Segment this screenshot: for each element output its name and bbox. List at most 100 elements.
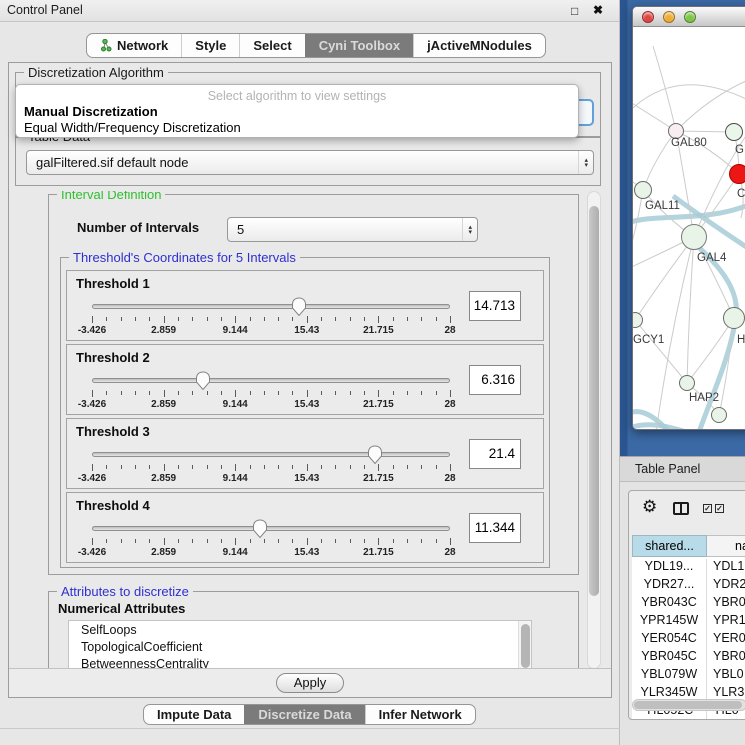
attributes-scrollbar[interactable] [518, 621, 531, 669]
threshold-slider[interactable]: -3.4262.8599.14415.4321.71528 [92, 443, 450, 487]
algorithm-option-manual-discretization[interactable]: Manual Discretization [24, 104, 570, 120]
columns-icon[interactable] [673, 502, 689, 515]
tick [235, 464, 236, 471]
slider-thumb-icon[interactable] [291, 297, 307, 316]
table-row[interactable]: YDR27...YDR2 [632, 577, 745, 595]
slider-thumb-icon[interactable] [252, 519, 268, 538]
column-header-name[interactable]: na [707, 535, 745, 557]
network-node[interactable] [729, 164, 745, 184]
network-node[interactable] [725, 123, 743, 141]
tab-network[interactable]: Network [87, 34, 181, 57]
tick [436, 465, 437, 469]
tick [335, 317, 336, 321]
slider-track[interactable] [92, 452, 450, 457]
tick [421, 317, 422, 321]
checkbox-icon[interactable]: ✓ [715, 504, 724, 513]
tick [178, 317, 179, 321]
slider-thumb-icon[interactable] [195, 371, 211, 390]
tick [421, 539, 422, 543]
tab-style[interactable]: Style [181, 34, 239, 57]
scrollbar-thumb[interactable] [521, 624, 530, 668]
table-row[interactable]: YPR145WYPR1 [632, 613, 745, 631]
table-data-value: galFiltered.sif default node [27, 155, 578, 170]
float-window-icon[interactable]: □ [571, 4, 578, 18]
table-horizontal-scrollbar[interactable] [632, 699, 745, 711]
checkbox-icon[interactable]: ✓ [703, 504, 712, 513]
tick [292, 465, 293, 469]
threshold-slider[interactable]: -3.4262.8599.14415.4321.71528 [92, 369, 450, 413]
tick [135, 317, 136, 321]
number-of-intervals-combo[interactable]: 5 ▴ ▾ [227, 217, 478, 242]
tick [378, 390, 379, 397]
tick [364, 391, 365, 395]
threshold-slider[interactable]: -3.4262.8599.14415.4321.71528 [92, 295, 450, 339]
tab-select[interactable]: Select [239, 34, 304, 57]
table-data-combo[interactable]: galFiltered.sif default node ▴ ▾ [26, 150, 594, 175]
tab-label: Cyni Toolbox [319, 38, 400, 53]
scrollbar-thumb[interactable] [589, 206, 599, 596]
slider-tick-labels: -3.4262.8599.14415.4321.71528 [92, 399, 450, 411]
threshold-value-box[interactable]: 14.713 [469, 291, 521, 321]
network-node[interactable] [634, 181, 652, 199]
tick [364, 317, 365, 321]
tick-label: 21.715 [363, 325, 394, 336]
control-panel-window: Control Panel □ ✖ NetworkStyleSelectCyni… [0, 0, 620, 745]
threshold-row: Threshold 4 -3.4262.8599.14415.4321.7152… [66, 492, 544, 563]
threshold-slider[interactable]: -3.4262.8599.14415.4321.71528 [92, 517, 450, 561]
tick [121, 317, 122, 321]
network-node[interactable] [681, 224, 707, 250]
minimize-traffic-light-icon[interactable] [663, 11, 675, 23]
number-of-intervals-label: Number of Intervals [77, 220, 199, 235]
close-icon[interactable]: ✖ [593, 3, 603, 17]
table-row[interactable]: YER054CYER0 [632, 631, 745, 649]
tick [164, 390, 165, 397]
tick [321, 317, 322, 321]
network-window-titlebar[interactable] [633, 7, 745, 27]
slider-track[interactable] [92, 304, 450, 309]
tick [92, 464, 93, 471]
slider-track[interactable] [92, 378, 450, 383]
combo-spinner-icon[interactable]: ▴ ▾ [462, 218, 477, 241]
attribute-item-selfloops[interactable]: SelfLoops [69, 622, 517, 639]
attribute-item-topologicalcoefficient[interactable]: TopologicalCoefficient [69, 639, 517, 656]
apply-button[interactable]: Apply [276, 673, 344, 693]
network-canvas[interactable]: GAL80GGAL11CGAL4HGCY1HAP2 [633, 28, 745, 430]
scrollbar-thumb[interactable] [634, 701, 742, 709]
tick [307, 538, 308, 545]
table-row[interactable]: YBL079WYBL0 [632, 667, 745, 685]
tick-label: 28 [444, 547, 455, 558]
tab-discretize-data[interactable]: Discretize Data [244, 705, 364, 724]
gear-icon[interactable]: ⚙ [642, 497, 657, 517]
table-row[interactable]: YBR045CYBR0 [632, 649, 745, 667]
tick [92, 316, 93, 323]
slider-track[interactable] [92, 526, 450, 531]
threshold-value-box[interactable]: 11.344 [469, 513, 521, 543]
bottom-tab-bar: Impute DataDiscretize DataInfer Network [143, 704, 476, 725]
tick [264, 317, 265, 321]
network-node[interactable] [679, 375, 695, 391]
algorithm-option-equal-width-frequency-discretization[interactable]: Equal Width/Frequency Discretization [24, 120, 570, 136]
threshold-row: Threshold 1 -3.4262.8599.14415.4321.7152… [66, 270, 544, 341]
tab-jactivemnodules[interactable]: jActiveMNodules [413, 34, 545, 57]
tab-infer-network[interactable]: Infer Network [365, 705, 475, 724]
combo-spinner-icon[interactable]: ▴ ▾ [578, 151, 593, 174]
table-row[interactable]: YDL19...YDL1 [632, 559, 745, 577]
table-row[interactable]: YBR043CYBR0 [632, 595, 745, 613]
network-node[interactable] [711, 407, 727, 423]
threshold-value-box[interactable]: 21.4 [469, 439, 521, 469]
tab-cyni-toolbox[interactable]: Cyni Toolbox [305, 34, 413, 57]
tab-impute-data[interactable]: Impute Data [144, 705, 244, 724]
slider-thumb-icon[interactable] [367, 445, 383, 464]
node-label-c: C [737, 188, 745, 200]
numerical-attributes-list[interactable]: SelfLoopsTopologicalCoefficientBetweenne… [68, 620, 532, 669]
panel-vertical-scrollbar[interactable] [587, 191, 601, 669]
zoom-traffic-light-icon[interactable] [684, 11, 696, 23]
network-node[interactable] [723, 307, 745, 329]
column-header-shared-name[interactable]: shared... [632, 535, 707, 557]
tick-label: 28 [444, 473, 455, 484]
tick [364, 465, 365, 469]
tick [393, 317, 394, 321]
threshold-value-box[interactable]: 6.316 [469, 365, 521, 395]
tick [350, 391, 351, 395]
close-traffic-light-icon[interactable] [642, 11, 654, 23]
